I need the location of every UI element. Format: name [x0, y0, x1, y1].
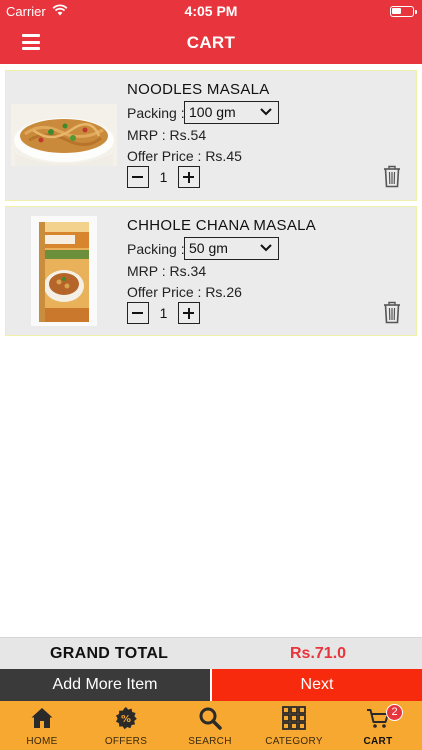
status-time: 4:05 PM	[184, 3, 238, 19]
page-title: CART	[186, 33, 236, 52]
grid-icon	[282, 706, 306, 730]
chevron-down-icon	[260, 244, 272, 252]
packing-label: Packing :	[127, 105, 185, 121]
offer-badge-icon: %	[116, 707, 137, 730]
tab-home-label: HOME	[26, 736, 58, 747]
product-image-noodles	[11, 104, 117, 166]
app-header: CART	[0, 22, 422, 64]
packing-select-value: 100 gm	[189, 104, 236, 120]
tab-category[interactable]: CATEGORY	[252, 701, 336, 750]
packing-select-value: 50 gm	[189, 240, 228, 256]
packing-select[interactable]: 50 gm	[184, 237, 279, 260]
tab-offers-label: OFFERS	[104, 736, 148, 747]
trash-icon[interactable]	[382, 164, 402, 188]
top-bar: Carrier 4:05 PM CART	[0, 0, 422, 64]
packing-label: Packing :	[127, 241, 185, 257]
decrease-quantity-button[interactable]	[127, 166, 149, 188]
offer-price-label: Offer Price : Rs.26	[127, 284, 242, 300]
grand-total-bar: GRAND TOTAL Rs.71.0	[0, 637, 422, 669]
decrease-quantity-button[interactable]	[127, 302, 149, 324]
tab-cart[interactable]: 2 CART	[336, 701, 420, 750]
bottom-tab-bar: HOME % OFFERS SEARCH CATEGORY 2 CART	[0, 701, 422, 750]
cart-actions: Add More Item Next	[0, 669, 422, 701]
search-icon	[199, 707, 222, 730]
product-name: CHHOLE CHANA MASALA	[127, 217, 317, 234]
cart-count-badge: 2	[386, 704, 403, 721]
home-icon	[31, 708, 53, 728]
cart-item: CHHOLE CHANA MASALA Packing : 50 gm MRP …	[5, 206, 417, 336]
increase-quantity-button[interactable]	[178, 166, 200, 188]
next-button[interactable]: Next	[212, 669, 422, 701]
grand-total-amount: Rs.71.0	[290, 645, 347, 662]
quantity-value: 1	[159, 305, 168, 321]
packing-select[interactable]: 100 gm	[184, 101, 279, 124]
product-name: NOODLES MASALA	[127, 81, 270, 98]
cart-item: NOODLES MASALA Packing : 100 gm MRP : Rs…	[5, 70, 417, 201]
tab-search-label: SEARCH	[188, 736, 232, 747]
trash-icon[interactable]	[382, 300, 402, 324]
mrp-label: MRP : Rs.34	[127, 263, 207, 279]
grand-total-label: GRAND TOTAL	[50, 645, 169, 662]
tab-category-label: CATEGORY	[265, 736, 323, 747]
increase-quantity-button[interactable]	[178, 302, 200, 324]
tab-cart-label: CART	[363, 736, 393, 747]
product-image-chhole-chana	[31, 216, 97, 326]
svg-text:%: %	[121, 714, 131, 725]
status-bar: Carrier 4:05 PM	[0, 0, 422, 22]
battery-icon	[390, 6, 417, 17]
add-more-item-button[interactable]: Add More Item	[0, 669, 210, 701]
tab-search[interactable]: SEARCH	[168, 701, 252, 750]
mrp-label: MRP : Rs.54	[127, 127, 207, 143]
chevron-down-icon	[260, 108, 272, 116]
quantity-value: 1	[159, 169, 168, 185]
tab-home[interactable]: HOME	[0, 701, 84, 750]
tab-offers[interactable]: % OFFERS	[84, 701, 168, 750]
offer-price-label: Offer Price : Rs.45	[127, 148, 242, 164]
